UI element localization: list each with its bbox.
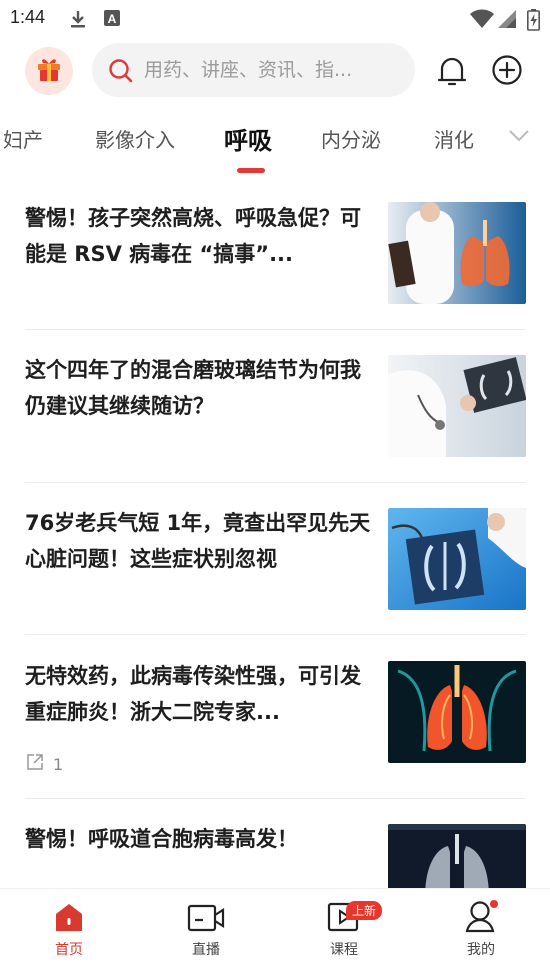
search-bar[interactable]	[92, 43, 415, 97]
divider	[25, 482, 526, 483]
article-title: 警惕！孩子突然高烧、呼吸急促？可能是 RSV 病毒在 “搞事”...	[25, 206, 361, 266]
nav-live[interactable]: 直播	[166, 897, 246, 959]
tab-respiratory[interactable]: 呼吸	[224, 121, 272, 156]
category-tabs: 妇产 影像介入 呼吸 内分泌 消化	[0, 116, 550, 176]
share-icon	[25, 752, 45, 776]
tab-obstetrics[interactable]: 妇产	[3, 124, 43, 153]
share-count-value: 1	[53, 754, 64, 774]
nav-profile-label: 我的	[467, 942, 495, 958]
article-title: 76岁老兵气短 1年，竟查出罕见先天心脏问题！这些症状别忽视	[25, 511, 371, 571]
notification-bell-icon[interactable]	[436, 54, 468, 92]
battery-icon	[527, 9, 540, 35]
doctor-xray-image	[388, 355, 526, 457]
active-tab-indicator	[237, 168, 265, 173]
wifi-icon	[470, 9, 494, 33]
article-item[interactable]: 警惕！孩子突然高烧、呼吸急促？可能是 RSV 病毒在 “搞事”...	[25, 202, 526, 306]
nav-course[interactable]: 上新 课程	[304, 897, 384, 959]
nav-home-label: 首页	[55, 942, 83, 958]
svg-text:A: A	[108, 12, 117, 26]
chevron-down-icon[interactable]	[508, 128, 530, 147]
article-title: 无特效药，此病毒传染性强，可引发重症肺炎！浙大二院专家...	[25, 664, 361, 724]
signal-icon	[497, 9, 517, 33]
keyboard-a-icon: A	[103, 9, 121, 31]
top-bar	[0, 36, 550, 106]
divider	[25, 634, 526, 635]
bottom-navigation: 首页 直播 上新 课程 我的	[0, 888, 550, 979]
article-title: 警惕！呼吸道合胞病毒高发！	[25, 827, 298, 851]
divider	[25, 798, 526, 799]
article-item[interactable]: 警惕！呼吸道合胞病毒高发！	[25, 823, 526, 888]
article-item[interactable]: 76岁老兵气短 1年，竟查出罕见先天心脏问题！这些症状别忽视	[25, 507, 526, 611]
doctor-lungs-image	[388, 202, 526, 304]
nav-home[interactable]: 首页	[29, 897, 109, 959]
status-time: 1:44	[10, 7, 46, 27]
nav-live-label: 直播	[192, 942, 220, 958]
profile-icon	[441, 897, 521, 933]
status-bar: 1:44 A	[0, 0, 550, 36]
gift-icon	[34, 54, 64, 88]
home-icon	[29, 897, 109, 933]
tab-imaging[interactable]: 影像介入	[95, 124, 175, 153]
download-icon	[68, 9, 88, 33]
article-title: 这个四年了的混合磨玻璃结节为何我仍建议其继续随访？	[25, 358, 361, 418]
lung-ct-image	[388, 824, 526, 888]
nav-course-label: 课程	[330, 942, 358, 958]
share-count[interactable]: 1	[25, 752, 63, 776]
new-badge: 上新	[346, 901, 383, 920]
article-feed: 警惕！孩子突然高烧、呼吸急促？可能是 RSV 病毒在 “搞事”... 这个四年了…	[0, 176, 550, 888]
search-icon	[108, 58, 134, 88]
tab-endocrine[interactable]: 内分泌	[321, 124, 381, 153]
live-camera-icon	[166, 897, 246, 933]
tab-digestive[interactable]: 消化	[434, 124, 474, 153]
search-input[interactable]	[144, 43, 394, 97]
article-item[interactable]: 这个四年了的混合磨玻璃结节为何我仍建议其继续随访？	[25, 354, 526, 458]
gift-button[interactable]	[25, 47, 73, 95]
chest-xray-image	[388, 508, 526, 610]
lungs-3d-image	[388, 661, 526, 763]
add-circle-icon[interactable]	[491, 54, 523, 90]
article-item[interactable]: 无特效药，此病毒传染性强，可引发重症肺炎！浙大二院专家... 1	[25, 660, 526, 790]
nav-profile[interactable]: 我的	[441, 897, 521, 959]
notification-dot	[490, 900, 498, 908]
divider	[25, 329, 526, 330]
